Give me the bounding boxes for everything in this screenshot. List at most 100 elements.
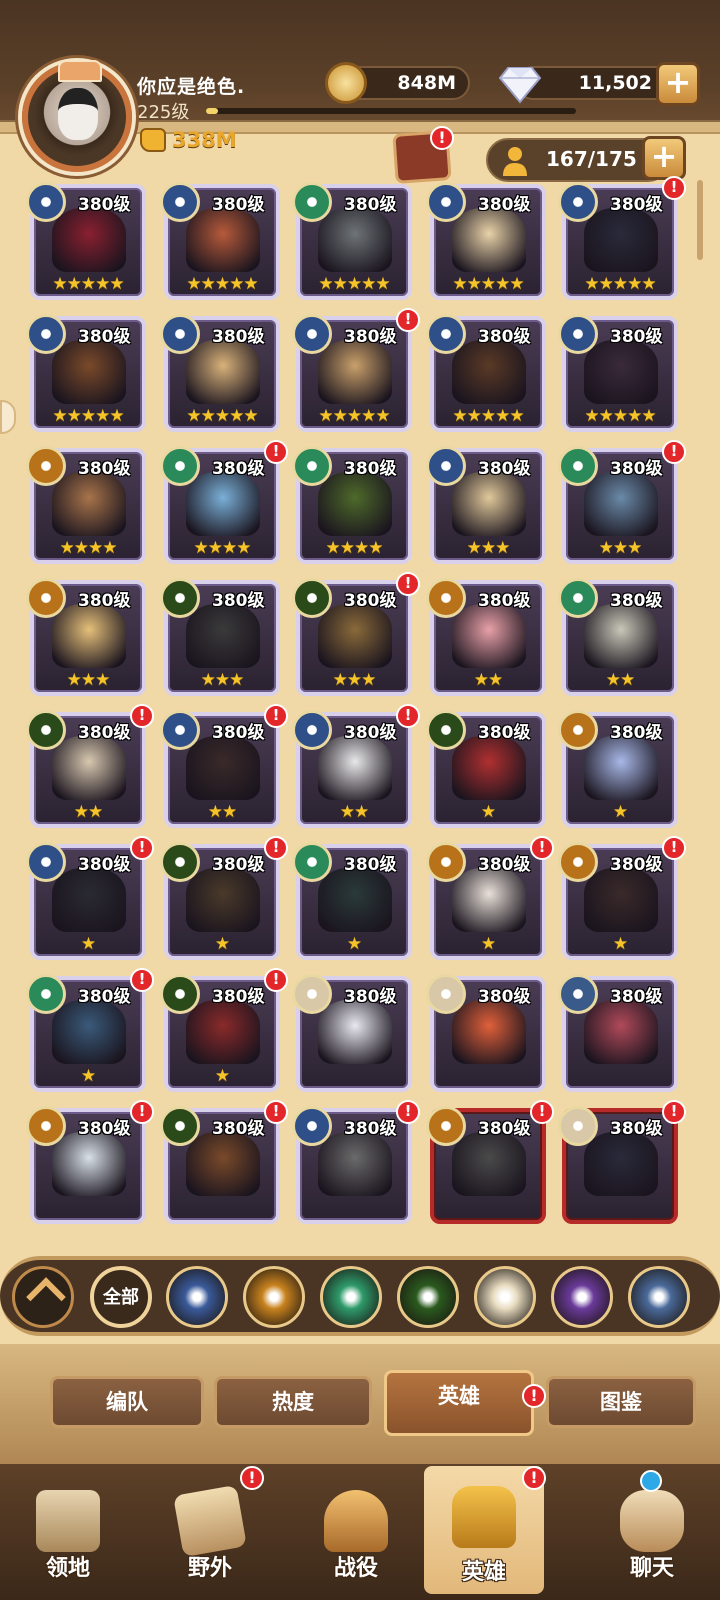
filter-dimensional-button[interactable] xyxy=(628,1266,690,1328)
tab-formation[interactable]: 编队 xyxy=(50,1376,204,1428)
hero-card[interactable]: 380级! xyxy=(160,1100,288,1224)
hero-notification-badge: ! xyxy=(396,704,420,728)
hero-card[interactable]: 380级 xyxy=(558,974,678,1092)
hero-card[interactable]: 380级 ★! xyxy=(160,836,288,960)
hero-stars: ★★★★ xyxy=(59,538,118,558)
tab-heroes[interactable]: 英雄 xyxy=(384,1370,534,1436)
hero-card[interactable]: 380级 ★★★! xyxy=(292,572,420,696)
hero-stars: ★★★★★ xyxy=(52,406,124,426)
hero-card[interactable]: 380级! xyxy=(426,1100,554,1224)
lightbearer-faction-icon xyxy=(292,710,332,750)
hero-card[interactable]: 380级 ★★! xyxy=(160,704,288,828)
maulers-faction-icon xyxy=(26,578,66,618)
hero-card[interactable]: 380级! xyxy=(292,1100,420,1224)
nav-campaign[interactable]: 战役 xyxy=(296,1478,416,1590)
hero-card[interactable]: 380级 ★★★★★ xyxy=(426,314,546,432)
nav-wilderness[interactable]: 野外 xyxy=(150,1478,270,1590)
hero-card[interactable]: 380级 ★★ xyxy=(558,578,678,696)
hero-stars: ★★★★★ xyxy=(186,406,258,426)
hero-card[interactable]: 380级 ★★★ xyxy=(426,446,546,564)
hero-portrait xyxy=(318,604,392,668)
hero-level: 380级 xyxy=(610,327,663,347)
hero-portrait xyxy=(584,868,658,932)
expand-hero-slots-button[interactable]: + xyxy=(642,136,686,180)
hero-card[interactable]: 380级 ★★★★★ xyxy=(292,182,412,300)
hero-portrait xyxy=(584,1000,658,1064)
hero-card[interactable]: 380级! xyxy=(558,1100,686,1224)
filter-maulers-button[interactable] xyxy=(243,1266,305,1328)
hero-card[interactable]: 380级 ★★★★★ xyxy=(26,182,146,300)
add-diamonds-button[interactable]: + xyxy=(656,62,700,106)
hero-card[interactable]: 380级 ★! xyxy=(558,836,686,960)
hero-card[interactable]: 380级 ★★★★ xyxy=(292,446,412,564)
hero-card[interactable]: 380级 ★★★ xyxy=(160,578,280,696)
hero-card[interactable]: 380级 ★★★ xyxy=(26,578,146,696)
wilder-faction-icon xyxy=(558,578,598,618)
power-value: 338M xyxy=(172,128,237,152)
hero-stars: ★ xyxy=(80,1066,96,1086)
maulers-faction-icon xyxy=(426,578,466,618)
wilder-faction-icon xyxy=(292,842,332,882)
nav-territory[interactable]: 领地 xyxy=(8,1478,128,1590)
hero-card[interactable]: 380级 ★★★★★ xyxy=(160,314,280,432)
hero-card[interactable]: 380级 ★★★★★ xyxy=(558,314,678,432)
hero-stars: ★ xyxy=(80,934,96,954)
hero-card[interactable]: 380级 ★★★★★! xyxy=(292,308,420,432)
wilder-faction-icon xyxy=(558,446,598,486)
hero-portrait xyxy=(584,1132,658,1196)
hero-card[interactable]: 380级! xyxy=(26,1100,154,1224)
filter-all-button[interactable]: 全部 xyxy=(90,1266,152,1328)
hero-card[interactable]: 380级 ★★★★ xyxy=(26,446,146,564)
hero-card[interactable]: 380级 xyxy=(292,974,412,1092)
filter-celestial-button[interactable] xyxy=(474,1266,536,1328)
hero-card[interactable]: 380级 ★★! xyxy=(26,704,154,828)
tab-popularity[interactable]: 热度 xyxy=(214,1376,372,1428)
hero-portrait xyxy=(52,1000,126,1064)
hero-portrait xyxy=(452,472,526,536)
collapse-arrow-button[interactable] xyxy=(12,1266,74,1328)
hero-portrait xyxy=(452,604,526,668)
nav-territory-label: 领地 xyxy=(45,1556,90,1581)
nav-chat[interactable]: 聊天 xyxy=(592,1478,712,1590)
celestial-faction-icon xyxy=(558,1106,598,1146)
hero-card[interactable]: 380级 ★★★★★! xyxy=(558,176,686,300)
nav-chat-label: 聊天 xyxy=(629,1556,674,1581)
hero-card[interactable]: 380级 xyxy=(426,974,546,1092)
hero-portrait xyxy=(52,736,126,800)
hero-card[interactable]: 380级 ★★★★★ xyxy=(426,182,546,300)
hero-card[interactable]: 380级 ★★★★! xyxy=(160,440,288,564)
hero-card[interactable]: 380级 ★! xyxy=(26,836,154,960)
hero-card[interactable]: 380级 ★ xyxy=(558,710,678,828)
hero-stars: ★★★★★ xyxy=(584,406,656,426)
hero-stars: ★★★ xyxy=(332,670,377,690)
filter-wilder-button[interactable] xyxy=(320,1266,382,1328)
hero-card[interactable]: 380级 ★! xyxy=(160,968,288,1092)
filter-hypogean-button[interactable] xyxy=(551,1266,613,1328)
hero-level: 380级 xyxy=(212,723,265,743)
hero-level: 380级 xyxy=(344,195,397,215)
hero-card[interactable]: 380级 ★ xyxy=(292,842,412,960)
scrollbar[interactable] xyxy=(697,180,703,260)
diamond-icon xyxy=(498,67,542,104)
hero-card[interactable]: 380级 ★ xyxy=(426,710,546,828)
filter-lightbearer-button[interactable] xyxy=(166,1266,228,1328)
hero-card[interactable]: 380级 ★! xyxy=(426,836,554,960)
diamond-value: 11,502 xyxy=(578,72,652,94)
hero-level: 380级 xyxy=(344,855,397,875)
hero-card[interactable]: 380级 ★★★! xyxy=(558,440,686,564)
hero-stars: ★ xyxy=(214,1066,230,1086)
lightbearer-faction-icon xyxy=(160,314,200,354)
hero-level: 380级 xyxy=(478,327,531,347)
hero-card[interactable]: 380级 ★! xyxy=(26,968,154,1092)
hero-stars: ★ xyxy=(612,802,628,822)
hero-level: 380级 xyxy=(78,723,131,743)
hero-card[interactable]: 380级 ★★ xyxy=(426,578,546,696)
filter-graveborn-button[interactable] xyxy=(397,1266,459,1328)
hero-portrait xyxy=(52,340,126,404)
wilderness-notification-badge: ! xyxy=(240,1466,264,1490)
hero-card[interactable]: 380级 ★★★★★ xyxy=(160,182,280,300)
hero-card[interactable]: 380级 ★★★★★ xyxy=(26,314,146,432)
side-pull-tab[interactable] xyxy=(0,400,16,434)
hero-card[interactable]: 380级 ★★! xyxy=(292,704,420,828)
tab-codex[interactable]: 图鉴 xyxy=(546,1376,696,1428)
